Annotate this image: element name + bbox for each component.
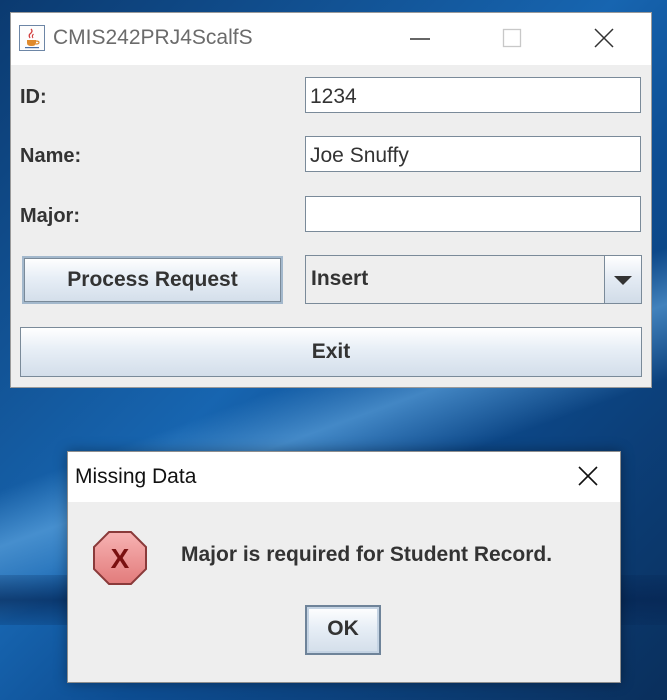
name-label: Name: (20, 145, 82, 167)
dropdown-arrow-button[interactable] (604, 256, 641, 303)
process-request-button[interactable]: Process Request (22, 256, 283, 304)
error-icon: X (90, 528, 150, 588)
close-icon (594, 28, 614, 48)
svg-text:X: X (111, 543, 130, 574)
id-field[interactable]: 1234 (305, 77, 641, 113)
action-select[interactable]: Insert (305, 255, 642, 304)
minimize-icon (410, 38, 430, 40)
exit-button[interactable]: Exit (20, 327, 642, 377)
major-field[interactable] (305, 196, 641, 232)
id-label: ID: (20, 86, 47, 108)
maximize-icon (502, 28, 522, 48)
name-field[interactable]: Joe Snuffy (305, 136, 641, 172)
main-window: CMIS242PRJ4ScalfS ID: 1234 Name: Joe Snu… (10, 12, 652, 388)
dialog-close-button[interactable] (568, 460, 608, 494)
maximize-button[interactable] (489, 21, 535, 55)
close-icon (578, 466, 598, 486)
major-label: Major: (20, 205, 80, 227)
window-title: CMIS242PRJ4ScalfS (53, 26, 253, 49)
minimize-button[interactable] (397, 21, 443, 55)
action-select-value: Insert (311, 267, 369, 290)
dialog-title-bar[interactable]: Missing Data (68, 452, 620, 502)
title-bar[interactable]: CMIS242PRJ4ScalfS (11, 13, 651, 65)
missing-data-dialog: Missing Data X Major is required for Stu… (67, 451, 621, 683)
close-button[interactable] (581, 21, 627, 55)
ok-button[interactable]: OK (305, 605, 381, 655)
dialog-message: Major is required for Student Record. (181, 543, 553, 566)
java-app-icon (19, 25, 45, 51)
chevron-down-icon (614, 276, 632, 285)
dialog-title: Missing Data (75, 465, 197, 488)
